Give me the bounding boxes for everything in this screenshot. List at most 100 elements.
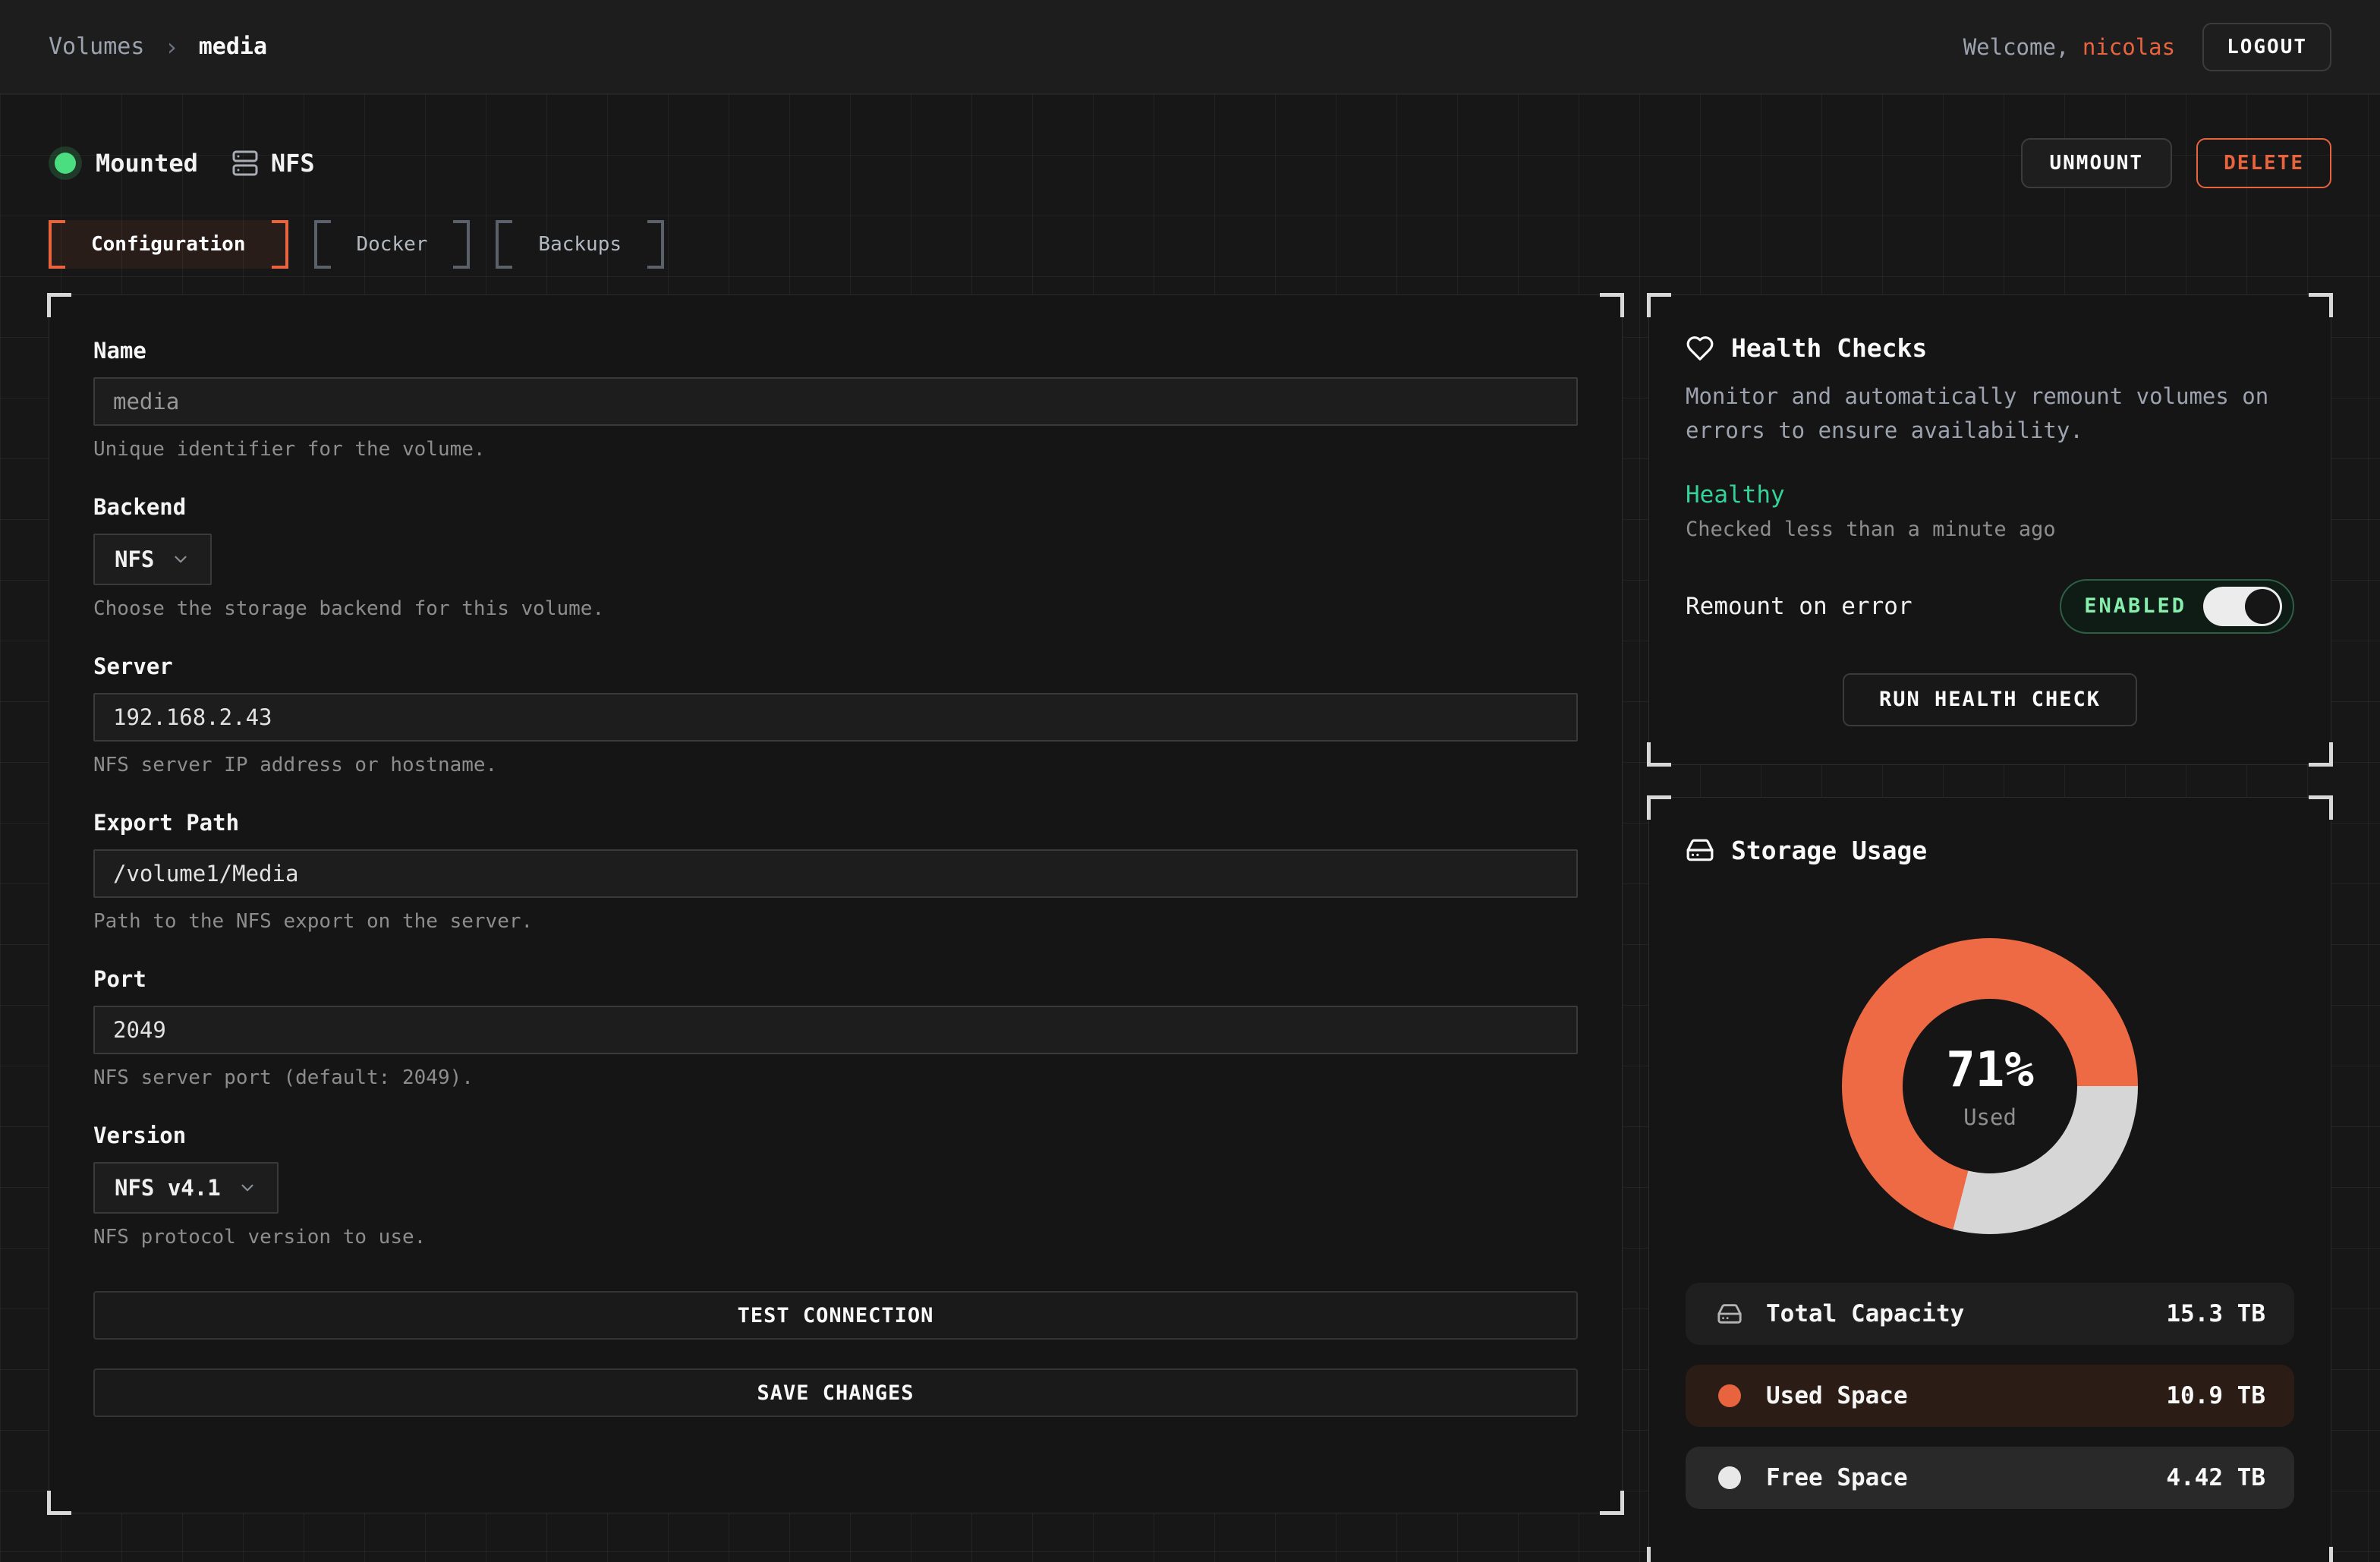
field-export-path: Export Path Path to the NFS export on th… [93,810,1578,933]
health-checks-card: Health Checks Monitor and automatically … [1648,294,2331,765]
breadcrumb-separator-icon: › [164,33,178,61]
donut-percent-label: Used [1963,1104,2016,1130]
toggle-switch[interactable] [2203,587,2282,626]
welcome-text: Welcome, nicolas [1963,34,2175,60]
backend-select[interactable]: NFS [93,534,212,585]
status-left: Mounted NFS [49,146,315,180]
welcome-label: Welcome, [1963,34,2070,60]
version-select[interactable]: NFS v4.1 [93,1162,279,1214]
health-checked-text: Checked less than a minute ago [1686,518,2294,541]
card-corner-bracket [1647,293,1671,317]
page-content: Mounted NFS UNMOUNT DELETE Configuration… [0,94,2380,1562]
remount-label: Remount on error [1686,593,1912,620]
breadcrumb-current-page: media [199,33,267,60]
status-row: Mounted NFS UNMOUNT DELETE [49,138,2331,188]
backend-badge: NFS [231,149,315,178]
run-health-check-wrap: RUN HEALTH CHECK [1686,673,2294,726]
storage-usage-card: Storage Usage 71% Used [1648,797,2331,1562]
remount-row: Remount on error ENABLED [1686,579,2294,634]
card-corner-bracket [2309,1547,2333,1562]
card-corner-bracket [47,1491,71,1515]
field-version: Version NFS v4.1 NFS protocol version to… [93,1123,1578,1249]
total-capacity-row: Total Capacity 15.3 TB [1686,1283,2294,1345]
storage-card-title: Storage Usage [1686,836,2294,865]
server-icon [231,150,259,177]
toggle-knob [2245,589,2280,624]
toggle-state-label: ENABLED [2084,594,2186,618]
used-space-dot-icon [1714,1384,1745,1407]
breadcrumb: Volumes › media [49,33,267,61]
free-space-value: 4.42 TB [2166,1464,2265,1491]
server-helper: NFS server IP address or hostname. [93,754,1578,776]
tab-bar: Configuration Docker Backups [49,220,2331,269]
used-space-value: 10.9 TB [2166,1382,2265,1409]
remount-toggle[interactable]: ENABLED [2060,579,2294,634]
card-corner-bracket [2309,795,2333,820]
delete-button[interactable]: DELETE [2196,138,2331,188]
card-corner-bracket [1647,1547,1671,1562]
mount-status-label: Mounted [96,149,198,178]
mounted-status-dot-icon [49,146,82,180]
server-input[interactable] [93,693,1578,742]
used-space-label: Used Space [1766,1382,1908,1409]
backend-select-value: NFS [115,546,154,572]
free-space-label: Free Space [1766,1464,1908,1491]
health-status-text: Healthy [1686,481,2294,509]
breadcrumb-volumes-link[interactable]: Volumes [49,33,144,60]
card-corner-bracket [2309,742,2333,767]
storage-donut-center: 71% Used [1903,999,2077,1173]
field-port: Port NFS server port (default: 2049). [93,966,1578,1089]
chevron-down-icon [171,550,190,569]
card-corner-bracket [1600,293,1624,317]
used-space-row: Used Space 10.9 TB [1686,1365,2294,1427]
version-helper: NFS protocol version to use. [93,1226,1578,1249]
name-input[interactable] [93,377,1578,426]
export-path-helper: Path to the NFS export on the server. [93,910,1578,933]
port-input[interactable] [93,1006,1578,1054]
field-backend: Backend NFS Choose the storage backend f… [93,494,1578,620]
storage-donut-wrap: 71% Used [1842,938,2138,1234]
version-select-value: NFS v4.1 [115,1175,221,1201]
run-health-check-button[interactable]: RUN HEALTH CHECK [1843,673,2137,726]
form-buttons: TEST CONNECTION SAVE CHANGES [93,1291,1578,1417]
port-helper: NFS server port (default: 2049). [93,1066,1578,1089]
total-capacity-value: 15.3 TB [2166,1300,2265,1327]
card-corner-bracket [1600,1491,1624,1515]
backend-label: Backend [93,494,1578,520]
export-path-label: Export Path [93,810,1578,836]
server-label: Server [93,653,1578,679]
header-right: Welcome, nicolas LOGOUT [1963,23,2331,71]
storage-title-text: Storage Usage [1731,836,1927,865]
port-label: Port [93,966,1578,992]
card-corner-bracket [47,293,71,317]
chevron-down-icon [238,1178,257,1198]
configuration-card: Name Unique identifier for the volume. B… [49,294,1623,1513]
card-corner-bracket [2309,293,2333,317]
save-changes-button[interactable]: SAVE CHANGES [93,1368,1578,1417]
card-corner-bracket [1647,742,1671,767]
header: Volumes › media Welcome, nicolas LOGOUT [0,0,2380,94]
field-name: Name Unique identifier for the volume. [93,338,1578,461]
name-label: Name [93,338,1578,364]
heart-icon [1686,334,1714,363]
health-card-title: Health Checks [1686,333,2294,363]
mount-status: Mounted [49,146,198,180]
tab-configuration[interactable]: Configuration [49,220,288,269]
unmount-button[interactable]: UNMOUNT [2021,138,2173,188]
right-column: Health Checks Monitor and automatically … [1648,294,2331,1562]
total-capacity-label: Total Capacity [1766,1300,1964,1327]
hard-drive-icon [1686,836,1714,864]
tab-backups[interactable]: Backups [496,220,664,269]
hard-drive-icon [1714,1301,1745,1327]
status-actions: UNMOUNT DELETE [2021,138,2332,188]
logout-button[interactable]: LOGOUT [2202,23,2331,71]
tab-docker[interactable]: Docker [314,220,471,269]
username: nicolas [2082,34,2175,60]
free-space-dot-icon [1714,1466,1745,1489]
health-title-text: Health Checks [1731,333,1927,363]
free-space-row: Free Space 4.42 TB [1686,1447,2294,1509]
card-corner-bracket [1647,795,1671,820]
export-path-input[interactable] [93,849,1578,898]
backend-badge-label: NFS [271,149,315,178]
test-connection-button[interactable]: TEST CONNECTION [93,1291,1578,1340]
